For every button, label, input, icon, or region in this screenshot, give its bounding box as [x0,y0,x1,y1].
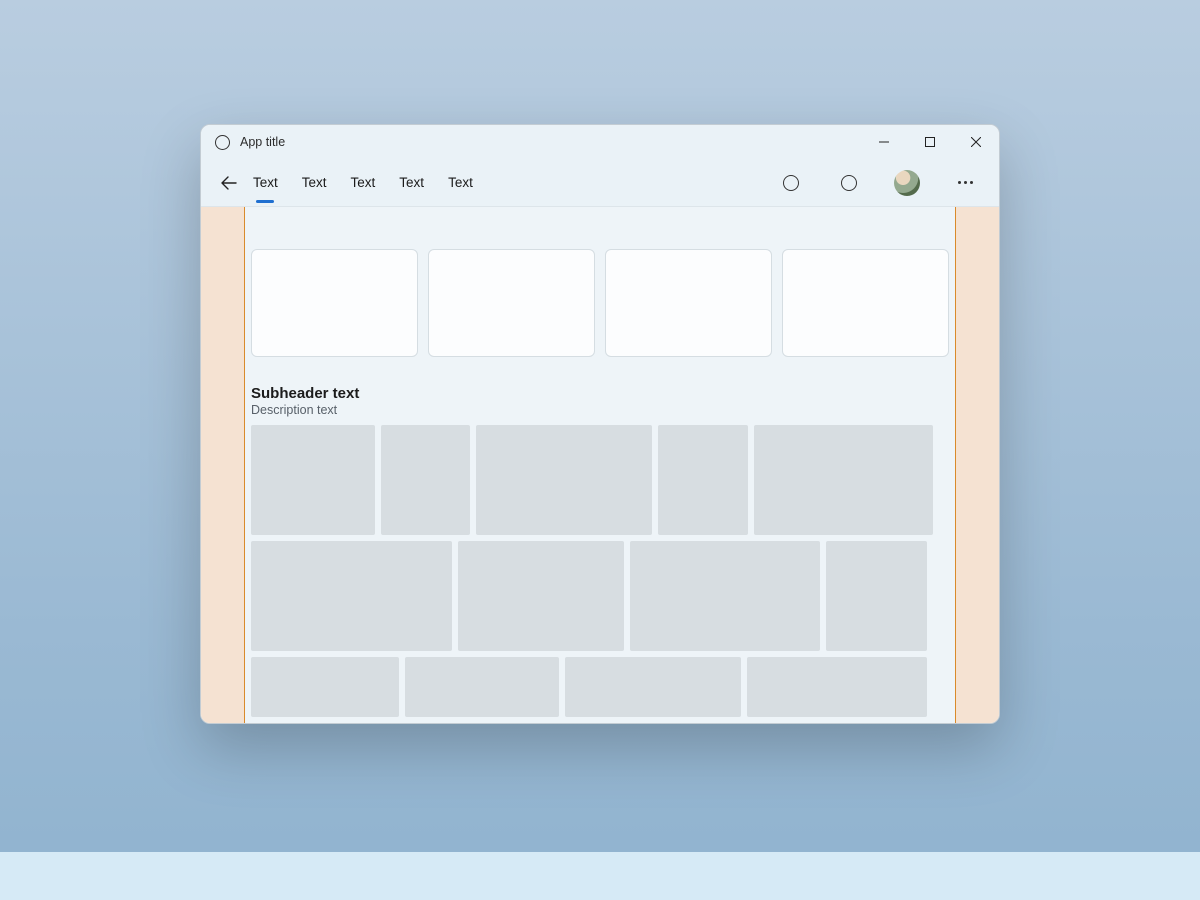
content-card[interactable] [782,249,949,357]
content-area: Subheader text Description text [201,207,999,723]
close-button[interactable] [953,125,999,159]
more-button[interactable] [945,163,985,203]
back-arrow-icon [221,175,237,191]
close-icon [971,137,981,147]
placeholder-circle-icon [841,175,857,191]
tile-row [245,425,955,541]
tab-item-0[interactable]: Text [253,171,278,194]
tile-item[interactable] [630,541,820,651]
tile-mosaic [245,425,955,723]
tile-item[interactable] [826,541,927,651]
tile-item[interactable] [251,541,452,651]
avatar [894,170,920,196]
tab-item-1[interactable]: Text [302,171,327,194]
subheader-text: Subheader text [251,385,949,402]
more-icon [958,181,973,184]
content-card[interactable] [428,249,595,357]
tile-item[interactable] [658,425,748,535]
tile-item[interactable] [381,425,470,535]
card-row [245,249,955,385]
description-text: Description text [251,403,949,417]
minimize-button[interactable] [861,125,907,159]
tile-item[interactable] [565,657,741,717]
command-bar: Text Text Text Text Text [201,159,999,207]
tab-item-2[interactable]: Text [351,171,376,194]
tile-item[interactable] [747,657,927,717]
tile-item[interactable] [251,425,375,535]
minimize-icon [879,137,889,147]
maximize-icon [925,137,935,147]
content-card[interactable] [251,249,418,357]
tab-strip: Text Text Text Text Text [253,171,473,194]
action-button-2[interactable] [829,163,869,203]
tile-item[interactable] [251,657,399,717]
placeholder-circle-icon [783,175,799,191]
action-button-1[interactable] [771,163,811,203]
user-avatar-button[interactable] [887,163,927,203]
tile-item[interactable] [476,425,652,535]
main-column: Subheader text Description text [245,207,955,723]
right-margin-guide [955,207,999,723]
app-title: App title [240,135,285,149]
titlebar: App title [201,125,999,159]
tile-row [245,657,955,723]
tab-item-4[interactable]: Text [448,171,473,194]
tab-item-3[interactable]: Text [399,171,424,194]
content-card[interactable] [605,249,772,357]
tile-item[interactable] [754,425,933,535]
tile-item[interactable] [458,541,624,651]
tile-row [245,541,955,657]
app-icon [215,135,230,150]
maximize-button[interactable] [907,125,953,159]
left-margin-guide [201,207,245,723]
back-button[interactable] [215,169,243,197]
desktop-taskbar[interactable] [0,852,1200,900]
tile-item[interactable] [405,657,559,717]
app-window: App title Text Text Text Text Text [200,124,1000,724]
section-heading: Subheader text Description text [245,385,955,425]
